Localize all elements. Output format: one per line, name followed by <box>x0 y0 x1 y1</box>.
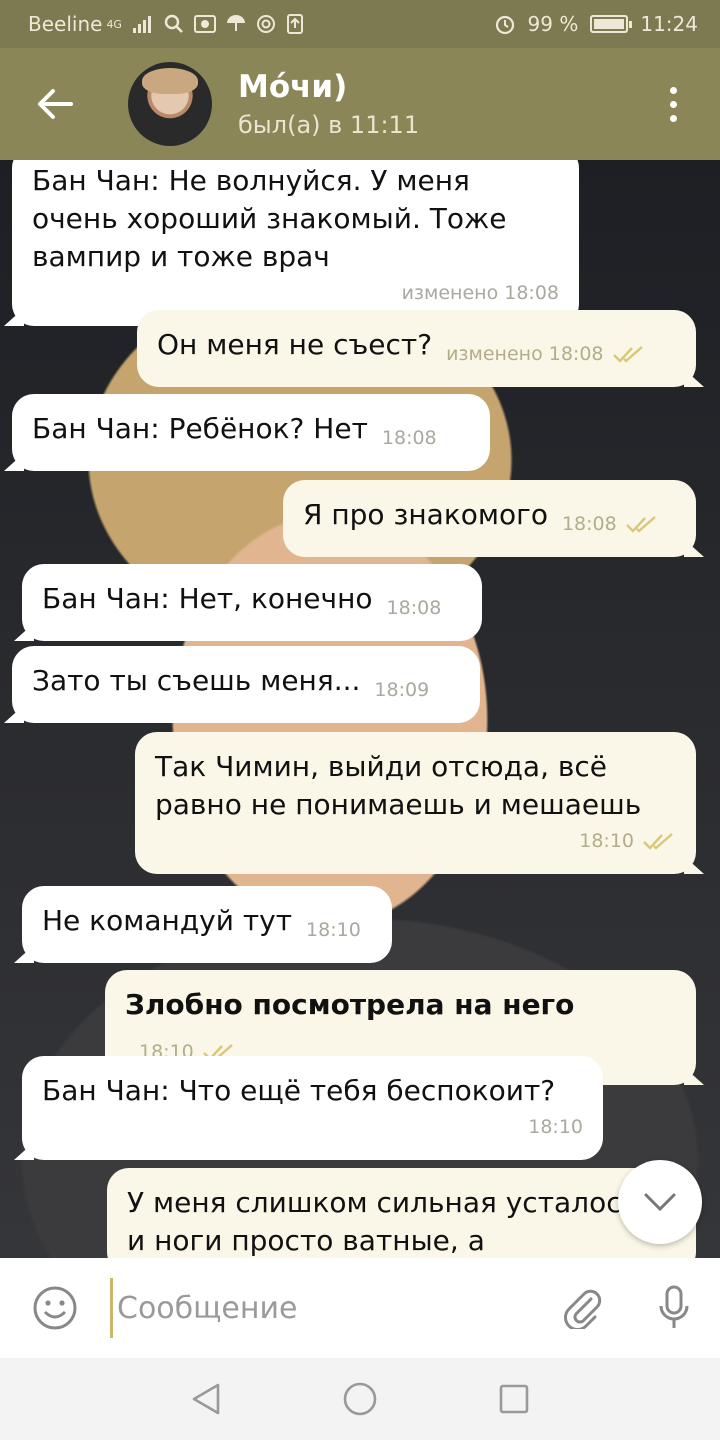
message-text: Зато ты съешь меня... <box>32 664 361 697</box>
message-text: Так Чимин, выйди отсюда, всё равно не по… <box>155 750 642 821</box>
menu-button[interactable] <box>626 48 720 160</box>
message-time: 18:08 <box>386 597 442 619</box>
message-time: 18:10 <box>306 919 361 941</box>
message-time: 18:10 <box>528 1116 583 1138</box>
message-meta: изменено 18:08 <box>446 335 645 373</box>
chat-last-seen: был(а) в 11:11 <box>238 111 420 139</box>
message-time: 18:08 <box>561 513 617 535</box>
incoming-message[interactable]: Зато ты съешь меня... 18:09 <box>12 646 480 723</box>
alarm-icon <box>495 15 514 35</box>
status-bar: Beeline 4G 99 % 11:24 <box>0 0 720 48</box>
attach-button[interactable] <box>536 1258 628 1358</box>
message-meta: изменено 18:08 <box>32 274 559 312</box>
umbrella-icon <box>226 15 245 31</box>
message-meta: 18:10 <box>155 822 676 860</box>
avatar[interactable] <box>128 62 212 146</box>
message-meta: 18:08 <box>562 505 659 543</box>
attach-icon <box>564 1289 602 1329</box>
at-icon <box>256 15 275 33</box>
message-text: Он меня не съест? <box>157 328 433 361</box>
message-time: 18:08 <box>381 427 437 449</box>
message-text: Не командуй тут <box>42 904 293 937</box>
message-meta: 18:10 <box>306 911 361 949</box>
chat-header: Мо́чи) был(а) в 11:11 <box>0 48 720 160</box>
back-arrow-icon <box>38 89 73 119</box>
upload-icon <box>286 14 303 34</box>
nav-back-icon <box>192 1383 220 1415</box>
incoming-message[interactable]: Не командуй тут 18:10 <box>22 886 392 963</box>
chat-area[interactable]: Бан Чан: Не волнуйся. У меня очень хорош… <box>0 160 720 1258</box>
message-time: изменено 18:08 <box>446 343 604 365</box>
message-time: 18:10 <box>579 830 634 852</box>
message-input[interactable] <box>110 1278 536 1338</box>
outgoing-message[interactable]: У меня слишком сильная усталость и ноги … <box>107 1168 696 1258</box>
nav-recents-icon <box>499 1384 529 1414</box>
chat-name: Мо́чи) <box>238 69 348 105</box>
emoji-icon <box>33 1286 77 1330</box>
menu-dots-icon <box>669 86 677 94</box>
mic-icon <box>659 1285 689 1328</box>
message-composer <box>0 1258 720 1358</box>
clock: 11:24 <box>640 12 698 36</box>
chevron-down-icon <box>644 1193 676 1212</box>
nav-recents-button[interactable] <box>498 1383 530 1415</box>
search-icon <box>164 14 183 33</box>
battery-percent: 99 % <box>527 12 579 36</box>
message-text: Бан Чан: Что ещё тебя беспокоит? <box>42 1074 556 1107</box>
emoji-button[interactable] <box>0 1258 110 1358</box>
read-ticks-icon <box>625 516 656 533</box>
nav-back-button[interactable] <box>190 1382 222 1416</box>
read-ticks-icon <box>612 346 643 363</box>
message-text: Бан Чан: Нет, конечно <box>42 582 373 615</box>
message-meta: 18:10 <box>42 1108 583 1146</box>
voice-message-button[interactable] <box>628 1258 720 1358</box>
chat-title-block[interactable]: Мо́чи) был(а) в 11:11 <box>238 69 419 139</box>
system-nav-bar <box>0 1358 720 1440</box>
battery-icon <box>590 15 633 33</box>
message-meta: 18:09 <box>374 671 429 709</box>
signal-icon <box>132 16 151 33</box>
outgoing-message[interactable]: Так Чимин, выйди отсюда, всё равно не по… <box>135 732 696 874</box>
outgoing-message[interactable]: Я про знакомого 18:08 <box>283 480 696 557</box>
incoming-message[interactable]: Бан Чан: Что ещё тебя беспокоит? 18:10 <box>22 1056 603 1160</box>
message-text: Я про знакомого <box>303 498 548 531</box>
message-text: Бан Чан: Не волнуйся. У меня очень хорош… <box>32 164 507 273</box>
scroll-down-button[interactable] <box>618 1160 702 1244</box>
incoming-message[interactable]: Бан Чан: Ребёнок? Нет 18:08 <box>12 394 490 471</box>
network-label: 4G <box>106 17 122 31</box>
message-time: 18:09 <box>374 679 430 701</box>
message-text: Злобно посмотрела на него <box>125 988 575 1021</box>
nav-home-icon <box>343 1382 377 1416</box>
message-meta: 18:08 <box>382 419 437 457</box>
back-button[interactable] <box>0 48 110 160</box>
incoming-message[interactable]: Бан Чан: Нет, конечно 18:08 <box>22 564 482 641</box>
gallery-icon <box>193 15 216 33</box>
message-time: изменено 18:08 <box>401 282 559 304</box>
message-meta: 18:08 <box>387 589 442 627</box>
read-ticks-icon <box>643 833 673 850</box>
incoming-message[interactable]: Бан Чан: Не волнуйся. У меня очень хорош… <box>12 160 579 326</box>
nav-home-button[interactable] <box>342 1381 378 1417</box>
message-text: Бан Чан: Ребёнок? Нет <box>32 412 368 445</box>
outgoing-message[interactable]: Он меня не съест? изменено 18:08 <box>137 310 696 387</box>
carrier-label: Beeline <box>28 12 103 36</box>
message-text: У меня слишком сильная усталость и ноги … <box>127 1186 655 1257</box>
